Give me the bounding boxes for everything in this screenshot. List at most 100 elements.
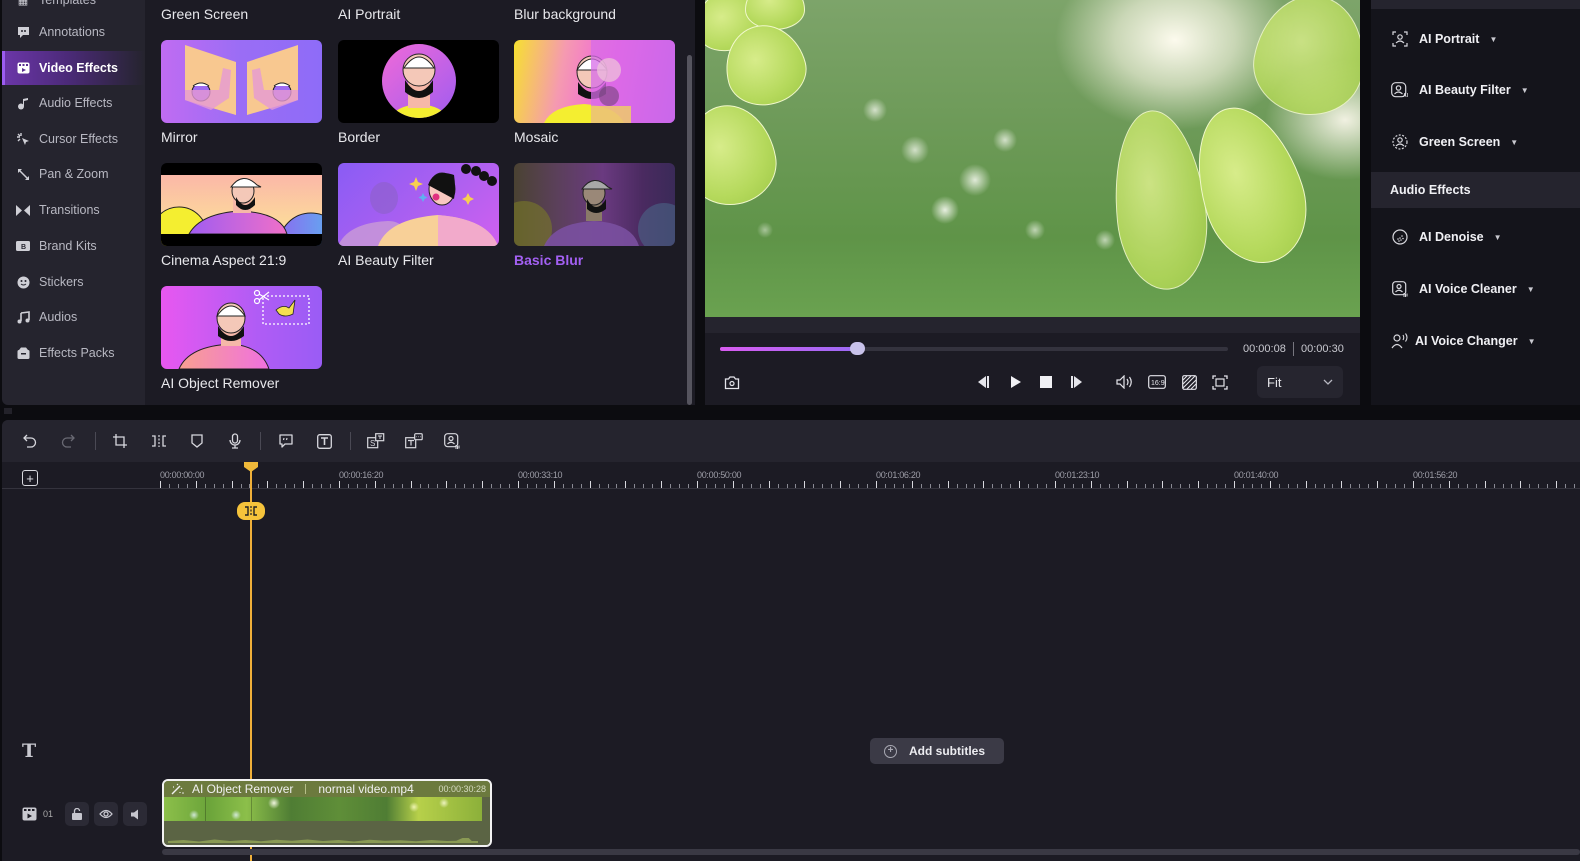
text-to-speech-button[interactable] — [403, 430, 425, 452]
aspect-ratio-label: 16:9 — [1151, 380, 1165, 387]
effects-packs-icon — [16, 346, 30, 360]
ruler-major-tick — [482, 481, 483, 488]
add-subtitles-button[interactable]: + Add subtitles — [870, 738, 1004, 764]
sidebar-item-transitions[interactable]: Transitions — [2, 193, 145, 227]
ruler-time-label: 00:01:23:10 — [1055, 470, 1100, 480]
ai-beauty-filter-item[interactable]: AI AI Beauty Filter ▼ — [1390, 80, 1529, 100]
sidebar-item-label: Pan & Zoom — [39, 167, 109, 181]
effect-thumbnail-mirror[interactable] — [161, 40, 322, 123]
ruler-minor-tick — [885, 484, 886, 488]
ruler-minor-tick — [1565, 484, 1566, 488]
previous-frame-button[interactable] — [973, 372, 993, 392]
sidebar-item-annotations[interactable]: Annotations — [2, 15, 145, 49]
track-lock-button[interactable] — [65, 802, 89, 826]
ruler-minor-tick — [321, 484, 322, 488]
ai-voice-cleaner-item[interactable]: AI Voice Cleaner ▼ — [1390, 279, 1535, 299]
record-voiceover-button[interactable] — [224, 430, 246, 452]
ruler-minor-tick — [464, 484, 465, 488]
ruler-minor-tick — [1064, 484, 1065, 488]
ruler-minor-tick — [1368, 484, 1369, 488]
ruler-minor-tick — [1422, 484, 1423, 488]
ruler-minor-tick — [1288, 484, 1289, 488]
ai-portrait-item[interactable]: AI Portrait ▼ — [1390, 29, 1497, 49]
timeline-ruler[interactable] — [2, 462, 1580, 490]
video-track-header: 01 — [22, 802, 53, 826]
ruler-minor-tick — [1359, 484, 1360, 488]
ruler-minor-tick — [214, 484, 215, 488]
timeline-horizontal-scrollbar[interactable] — [162, 849, 1580, 855]
audio-effects-icon — [16, 96, 30, 110]
fullscreen-button[interactable] — [1210, 372, 1230, 392]
ruler-major-tick — [1449, 481, 1450, 488]
effect-label-green-screen[interactable]: Green Screen — [161, 6, 248, 22]
sidebar-item-video-effects[interactable]: Video Effects — [2, 51, 145, 85]
caret-down-icon: ▼ — [1489, 34, 1498, 44]
play-button[interactable] — [1006, 372, 1026, 392]
ruler-major-tick — [1019, 481, 1020, 488]
snapshot-button[interactable] — [722, 372, 742, 392]
ruler-time-label: 00:01:40:00 — [1234, 470, 1279, 480]
sidebar-item-audios[interactable]: Audios — [2, 300, 145, 334]
ruler-major-tick — [375, 481, 376, 488]
ruler-minor-tick — [822, 484, 823, 488]
track-mute-button[interactable] — [123, 802, 147, 826]
effect-thumbnail-ai-beauty-filter[interactable] — [338, 163, 499, 246]
track-visibility-button[interactable] — [94, 802, 118, 826]
effect-label-blur-background[interactable]: Blur background — [514, 6, 616, 22]
ruler-minor-tick — [420, 484, 421, 488]
effect-label-ai-portrait[interactable]: AI Portrait — [338, 6, 400, 22]
ruler-minor-tick — [169, 484, 170, 488]
ruler-minor-tick — [652, 484, 653, 488]
ai-denoise-item[interactable]: AI Denoise ▼ — [1390, 227, 1502, 247]
volume-button[interactable] — [1115, 372, 1135, 392]
ai-voice-changer-item[interactable]: AI Voice Changer ▼ — [1390, 331, 1536, 351]
sidebar-item-effects-packs[interactable]: Effects Packs — [2, 336, 145, 370]
sidebar-item-cursor-effects[interactable]: Cursor Effects — [2, 122, 145, 156]
undo-button[interactable] — [19, 430, 41, 452]
sidebar-item-label: Stickers — [39, 275, 84, 289]
effect-thumbnail-mosaic[interactable] — [514, 40, 675, 123]
sidebar-item-stickers[interactable]: Stickers — [2, 265, 145, 299]
ruler-minor-tick — [258, 484, 259, 488]
ruler-major-tick — [1127, 481, 1128, 488]
effect-thumbnail-basic-blur[interactable] — [514, 163, 675, 246]
effect-thumbnail-border[interactable] — [338, 40, 499, 123]
transparency-button[interactable] — [1179, 372, 1199, 392]
zoom-fit-dropdown[interactable]: Fit — [1257, 366, 1343, 398]
text-button[interactable] — [313, 430, 335, 452]
sidebar-item-pan-zoom[interactable]: Pan & Zoom — [2, 157, 145, 191]
mark-button[interactable] — [186, 430, 208, 452]
eye-icon — [99, 809, 113, 819]
sidebar-item-audio-effects[interactable]: Audio Effects — [2, 86, 145, 120]
seek-handle[interactable] — [850, 342, 865, 355]
annotation-button[interactable] — [275, 430, 297, 452]
video-clip[interactable]: AI Object Remover normal video.mp4 00:00… — [162, 779, 492, 847]
effects-scrollbar[interactable] — [687, 55, 692, 405]
panel-resize-divider[interactable] — [0, 405, 1580, 420]
crop-button[interactable] — [109, 430, 131, 452]
aspect-ratio-button[interactable]: 16:9 — [1147, 372, 1167, 392]
subtitle-button[interactable]: S — [365, 430, 387, 452]
split-button[interactable] — [148, 430, 170, 452]
green-screen-item[interactable]: Green Screen ▼ — [1390, 132, 1518, 152]
split-at-playhead-button[interactable] — [237, 502, 265, 520]
ruler-minor-tick — [1476, 484, 1477, 488]
ruler-minor-tick — [966, 484, 967, 488]
annotation-icon — [16, 25, 30, 39]
clip-label-separator — [305, 784, 307, 794]
stop-button[interactable] — [1036, 372, 1056, 392]
redo-button[interactable] — [57, 430, 79, 452]
ruler-minor-tick — [867, 484, 868, 488]
seek-progress — [720, 347, 857, 351]
effect-thumbnail-ai-object-remover[interactable] — [161, 286, 322, 369]
ruler-minor-tick — [1136, 484, 1137, 488]
sidebar-item-brand-kits[interactable]: B Brand Kits — [2, 229, 145, 263]
ruler-minor-tick — [1216, 484, 1217, 488]
ruler-minor-tick — [241, 484, 242, 488]
ruler-minor-tick — [903, 484, 904, 488]
ai-avatar-button[interactable] — [441, 430, 463, 452]
next-frame-button[interactable] — [1067, 372, 1087, 392]
seek-bar[interactable] — [720, 342, 1228, 355]
effect-thumbnail-cinema-aspect[interactable] — [161, 163, 322, 246]
total-time: 00:00:30 — [1301, 343, 1344, 355]
